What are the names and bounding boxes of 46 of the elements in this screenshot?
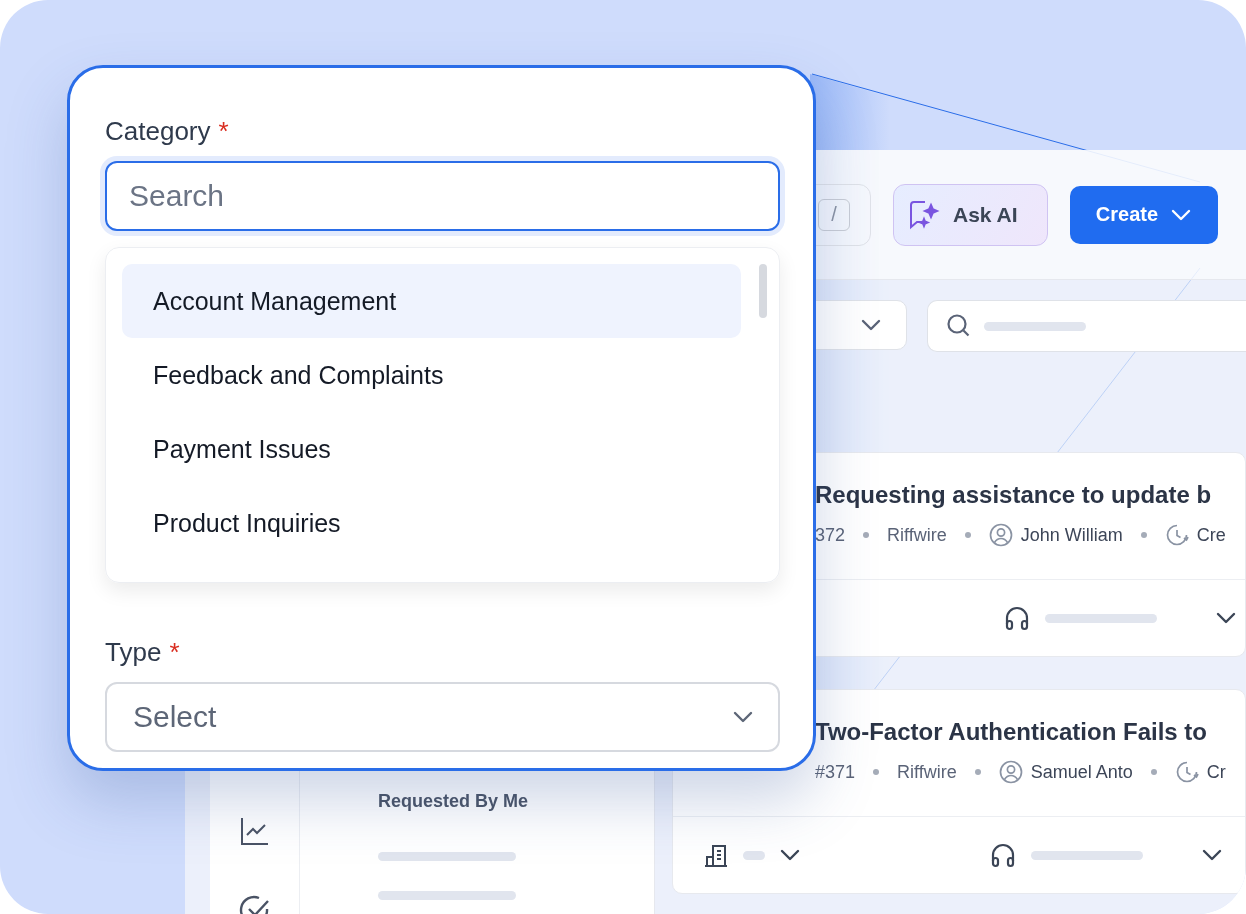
chevron-down-icon xyxy=(860,318,882,332)
created-label: Cre xyxy=(1196,524,1226,546)
clock-icon xyxy=(1174,760,1199,784)
ask-ai-button[interactable]: Ask AI xyxy=(893,183,1048,246)
field-label: Category xyxy=(105,116,211,147)
chevron-down-icon xyxy=(1201,848,1223,862)
user-icon xyxy=(988,523,1013,547)
dropdown-option[interactable]: Feedback and Complaints xyxy=(122,338,741,412)
placeholder-bar xyxy=(743,850,765,860)
ticket-number: #371 xyxy=(815,761,856,783)
create-button[interactable]: Create xyxy=(1070,185,1218,244)
building-icon xyxy=(703,842,729,868)
headphones-icon xyxy=(1003,604,1031,632)
chevron-down-icon xyxy=(779,848,801,862)
separator-dot xyxy=(1140,532,1147,538)
created-label: Cr xyxy=(1206,761,1226,783)
chart-icon[interactable] xyxy=(239,816,270,846)
required-mark: * xyxy=(169,637,180,668)
required-mark: * xyxy=(218,116,229,147)
requester-name: John William xyxy=(1020,524,1123,546)
chevron-down-icon xyxy=(1215,611,1237,625)
headphones-icon xyxy=(989,841,1017,869)
company-name: Riffwire xyxy=(887,524,947,546)
ticket-title: Two-Factor Authentication Fails to xyxy=(815,718,1208,746)
dropdown-option[interactable]: Account Management xyxy=(122,264,741,338)
separator-dot xyxy=(863,532,870,538)
separator-dot xyxy=(1150,769,1157,775)
user-icon xyxy=(998,760,1023,784)
scrollbar-thumb[interactable] xyxy=(759,264,767,318)
separator-dot xyxy=(873,769,880,775)
ticket-title: Requesting assistance to update b xyxy=(815,481,1213,509)
requester-name: Samuel Anto xyxy=(1030,761,1133,783)
section-heading: Requested By Me xyxy=(378,791,530,812)
type-select[interactable]: Select xyxy=(105,682,780,752)
ticket-number: 372 xyxy=(815,524,846,546)
separator-dot xyxy=(974,769,981,775)
clock-icon xyxy=(1164,523,1189,547)
shortcut-key: / xyxy=(818,198,850,231)
chevron-down-icon xyxy=(732,710,754,724)
field-label: Type xyxy=(105,637,162,668)
company-name: Riffwire xyxy=(897,761,957,783)
ticket-card[interactable]: Two-Factor Authentication Fails to #371 Riffwire Samuel Anto Cr xyxy=(672,689,1246,894)
search-icon xyxy=(946,313,972,339)
chevron-down-icon xyxy=(1170,207,1193,222)
separator-dot xyxy=(964,532,971,538)
search-field[interactable]: Search xyxy=(105,161,780,231)
